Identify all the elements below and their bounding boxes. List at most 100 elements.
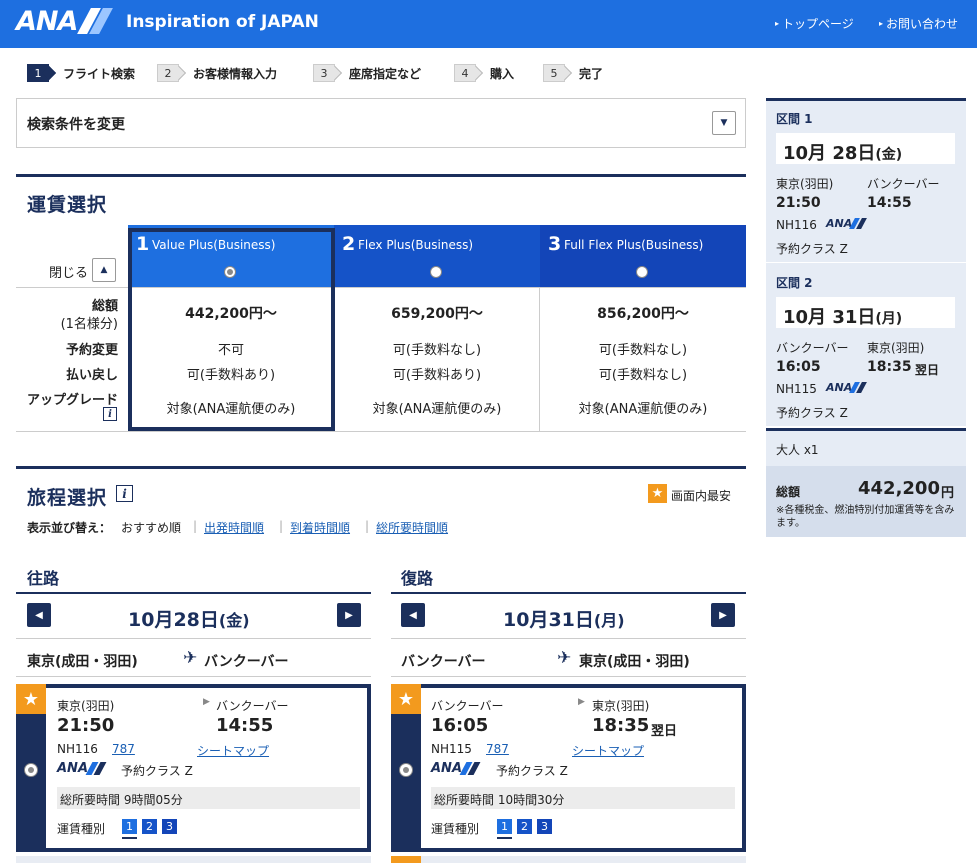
sort-arrival-link[interactable]: 到着時間順 — [290, 519, 350, 536]
arr-time: 14:55 — [216, 715, 274, 736]
step-4: 4 購入 — [454, 64, 514, 82]
fare-3-price: 856,200円〜 — [597, 306, 689, 322]
fare-type-label: 運賃種別 — [57, 822, 106, 836]
divider — [391, 638, 746, 639]
return-date: 10月31日(月) — [503, 609, 625, 631]
aircraft-link[interactable]: 787 — [486, 742, 509, 756]
ana-airline-logo: ANA — [431, 761, 463, 776]
next-card-edge — [391, 856, 421, 863]
active-underline — [122, 837, 137, 839]
search-conditions-panel[interactable]: 検索条件を変更 ▼ — [16, 98, 746, 148]
step-5: 5 完了 — [543, 64, 603, 82]
fare-radio-2[interactable] — [430, 266, 442, 278]
airplane-icon: ✈ — [183, 648, 198, 668]
next-date-arrow-icon[interactable]: ▶ — [337, 603, 361, 627]
fare-1-refund: 可(手数料あり) — [186, 368, 276, 383]
fare-3-refund: 可(手数料なし) — [598, 368, 688, 383]
arrow-right-icon: ▶ — [578, 697, 585, 707]
tagline: Inspiration of JAPAN — [126, 12, 319, 32]
duration: 総所要時間 9時間05分 — [60, 793, 183, 807]
segment-1-flight: NH116 — [776, 218, 817, 232]
sort-duration-link[interactable]: 総所要時間順 — [376, 519, 448, 536]
contact-link[interactable]: お問い合わせ — [879, 15, 958, 32]
segment-1-title: 区間 1 — [776, 112, 813, 126]
fare-option-3[interactable]: 3 Full Flex Plus(Business) — [540, 225, 746, 287]
outbound-from: 東京(成田・羽田) — [27, 654, 138, 670]
fare-type-2[interactable]: 2 — [142, 819, 157, 834]
info-icon[interactable]: i — [116, 485, 133, 502]
seatmap-link[interactable]: シートマップ — [197, 742, 269, 759]
flight-number: NH116 — [57, 742, 98, 756]
fare-type-3[interactable]: 3 — [537, 819, 552, 834]
step-1: 1 フライト検索 — [27, 64, 135, 82]
search-conditions-label: 検索条件を変更 — [27, 117, 125, 133]
sort-departure-link[interactable]: 出発時間順 — [204, 519, 264, 536]
divider — [16, 638, 371, 639]
step-2: 2 お客様情報入力 — [157, 64, 277, 82]
row-label-refund: 払い戻し — [65, 368, 118, 383]
aircraft-link[interactable]: 787 — [112, 742, 135, 756]
fare-type-1[interactable]: 1 — [497, 819, 512, 834]
booking-class: 予約クラス Z — [121, 764, 193, 778]
table-line — [16, 287, 746, 288]
passenger-count: 大人 x1 — [776, 443, 819, 457]
row-label-total: 総額 — [91, 299, 118, 314]
arr-city: バンクーバー — [216, 699, 289, 713]
row-label-change: 予約変更 — [65, 343, 118, 358]
fare-1-change: 不可 — [217, 343, 244, 358]
fare-section-title: 運賃選択 — [27, 194, 108, 216]
segment-2-arr-time: 18:35 — [867, 359, 912, 375]
star-icon: ★ — [391, 684, 421, 714]
fare-type-3[interactable]: 3 — [162, 819, 177, 834]
info-icon[interactable]: i — [103, 407, 117, 421]
sort-separator: | — [365, 519, 370, 533]
cheapest-label: 画面内最安 — [671, 489, 732, 503]
next-card-edge — [16, 856, 371, 863]
collapse-chevron-up-icon[interactable]: ▲ — [92, 258, 116, 282]
ana-logo[interactable]: ANA — [16, 6, 114, 37]
expand-chevron-down-icon[interactable]: ▼ — [712, 111, 736, 135]
return-select-radio[interactable] — [399, 763, 413, 777]
segment-2-class: 予約クラス Z — [776, 406, 848, 420]
fare-type-1[interactable]: 1 — [122, 819, 137, 834]
fare-radio-3[interactable] — [636, 266, 648, 278]
airplane-icon: ✈ — [557, 648, 572, 668]
segment-2-date: 10月 31日(月) — [783, 307, 903, 328]
close-label: 閉じる — [49, 266, 89, 281]
fare-type-label: 運賃種別 — [431, 822, 480, 836]
fare-1-upgrade: 対象(ANA運航便のみ) — [166, 402, 296, 417]
segment-2-title: 区間 2 — [776, 276, 813, 290]
top-page-link[interactable]: トップページ — [775, 15, 854, 32]
segment-1-arr-city: バンクーバー — [867, 177, 940, 191]
flight-number: NH115 — [431, 742, 472, 756]
outbound-date: 10月28日(金) — [128, 609, 250, 631]
fare-type-2[interactable]: 2 — [517, 819, 532, 834]
prev-date-arrow-icon[interactable]: ◀ — [401, 603, 425, 627]
dep-city: バンクーバー — [431, 699, 504, 713]
total-label: 総額 — [776, 485, 801, 499]
step-3: 3 座席指定など — [313, 64, 421, 82]
next-day-label: 翌日 — [651, 724, 678, 739]
segment-2-next-day: 翌日 — [915, 363, 940, 377]
fare-option-2[interactable]: 2 Flex Plus(Business) — [334, 225, 540, 287]
fare-1-price: 442,200円〜 — [185, 306, 277, 322]
outbound-select-radio[interactable] — [24, 763, 38, 777]
fare-2-upgrade: 対象(ANA運航便のみ) — [372, 402, 502, 417]
divider — [16, 592, 371, 594]
segment-2-arr-city: 東京(羽田) — [867, 341, 925, 355]
segment-2-flight: NH115 — [776, 382, 817, 396]
ana-airline-logo: ANA — [57, 761, 89, 776]
booking-class: 予約クラス Z — [496, 764, 568, 778]
dep-city: 東京(羽田) — [57, 699, 115, 713]
arr-time: 18:35 — [592, 715, 650, 736]
return-label: 復路 — [401, 569, 434, 588]
sort-separator: | — [279, 519, 284, 533]
total-unit: 円 — [941, 486, 955, 501]
next-date-arrow-icon[interactable]: ▶ — [711, 603, 735, 627]
segment-1-class: 予約クラス Z — [776, 242, 848, 256]
next-card-edge — [421, 856, 746, 863]
outbound-to: バンクーバー — [204, 654, 289, 670]
prev-date-arrow-icon[interactable]: ◀ — [27, 603, 51, 627]
active-underline — [497, 837, 512, 839]
seatmap-link[interactable]: シートマップ — [572, 742, 644, 759]
